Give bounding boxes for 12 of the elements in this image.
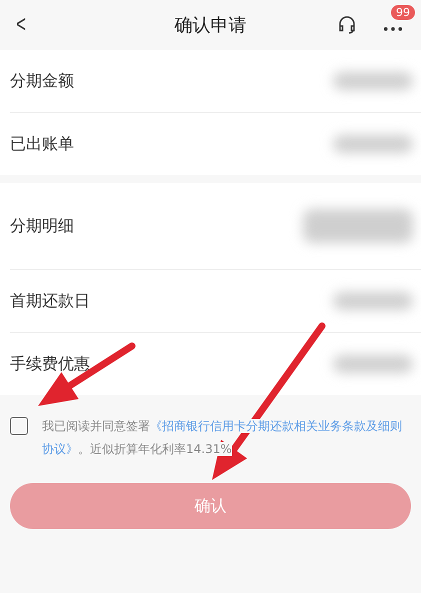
agreement-checkbox[interactable] — [10, 417, 28, 435]
agreement-text: 我已阅读并同意签署《招商银行信用卡分期还款相关业务条款及细则协议》。近似折算年化利率14.31% — [42, 418, 403, 458]
field-label: 已出账单 — [10, 134, 74, 154]
field-label: 分期金额 — [10, 70, 74, 92]
page-title: 确认申请 — [174, 14, 246, 37]
headset-icon[interactable] — [337, 15, 357, 35]
notification-badge: 99 — [391, 5, 415, 20]
more-icon[interactable] — [383, 26, 403, 32]
field-label: 首期还款日 — [10, 290, 90, 312]
back-button[interactable]: < — [16, 11, 26, 39]
field-label: 手续费优惠 — [10, 354, 90, 374]
field-label: 分期明细 — [10, 216, 74, 236]
